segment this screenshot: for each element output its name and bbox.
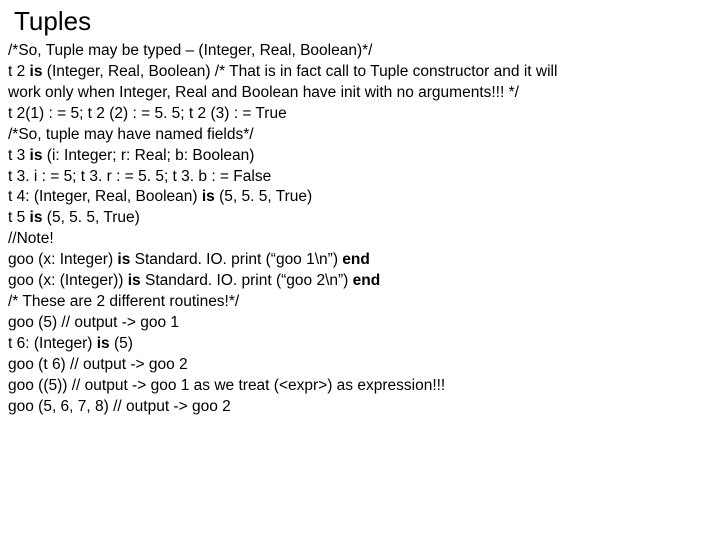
- code-line: t 6: (Integer) is (5): [8, 334, 712, 355]
- keyword: end: [353, 272, 381, 289]
- code-text: goo (x: (Integer)): [8, 272, 128, 289]
- code-line: t 3 is (i: Integer; r: Real; b: Boolean): [8, 146, 712, 167]
- code-text: (Integer, Real, Boolean) /* That is in f…: [42, 63, 557, 80]
- code-line: t 5 is (5, 5. 5, True): [8, 208, 712, 229]
- code-text: goo (5) // output -> goo 1: [8, 314, 179, 331]
- keyword: is: [128, 272, 141, 289]
- code-text: t 5: [8, 209, 30, 226]
- keyword: is: [97, 335, 110, 352]
- code-line: goo (x: Integer) is Standard. IO. print …: [8, 250, 712, 271]
- code-text: t 6: (Integer): [8, 335, 97, 352]
- keyword: end: [342, 251, 370, 268]
- code-text: Standard. IO. print (“goo 2\n”): [141, 272, 353, 289]
- code-line: t 2(1) : = 5; t 2 (2) : = 5. 5; t 2 (3) …: [8, 104, 712, 125]
- code-text: work only when Integer, Real and Boolean…: [8, 84, 519, 101]
- slide-title: Tuples: [14, 6, 712, 37]
- code-text: (5, 5. 5, True): [42, 209, 139, 226]
- code-text: /*So, Tuple may be typed – (Integer, Rea…: [8, 42, 372, 59]
- code-line: t 4: (Integer, Real, Boolean) is (5, 5. …: [8, 187, 712, 208]
- code-line: /* These are 2 different routines!*/: [8, 292, 712, 313]
- keyword: is: [30, 63, 43, 80]
- code-line: goo (t 6) // output -> goo 2: [8, 355, 712, 376]
- code-text: /* These are 2 different routines!*/: [8, 293, 239, 310]
- code-text: t 2(1) : = 5; t 2 (2) : = 5. 5; t 2 (3) …: [8, 105, 287, 122]
- code-line: /*So, Tuple may be typed – (Integer, Rea…: [8, 41, 712, 62]
- code-text: goo (x: Integer): [8, 251, 117, 268]
- code-text: goo ((5)) // output -> goo 1 as we treat…: [8, 377, 445, 394]
- code-line: work only when Integer, Real and Boolean…: [8, 83, 712, 104]
- code-text: //Note!: [8, 230, 54, 247]
- code-text: t 4: (Integer, Real, Boolean): [8, 188, 202, 205]
- code-line: goo (x: (Integer)) is Standard. IO. prin…: [8, 271, 712, 292]
- code-text: goo (5, 6, 7, 8) // output -> goo 2: [8, 398, 231, 415]
- slide-body: /*So, Tuple may be typed – (Integer, Rea…: [8, 41, 712, 418]
- code-line: /*So, tuple may have named fields*/: [8, 125, 712, 146]
- keyword: is: [30, 147, 43, 164]
- code-line: t 3. i : = 5; t 3. r : = 5. 5; t 3. b : …: [8, 167, 712, 188]
- keyword: is: [202, 188, 215, 205]
- code-line: //Note!: [8, 229, 712, 250]
- keyword: is: [30, 209, 43, 226]
- code-text: t 2: [8, 63, 30, 80]
- code-line: goo (5) // output -> goo 1: [8, 313, 712, 334]
- code-text: (5, 5. 5, True): [215, 188, 312, 205]
- code-line: goo (5, 6, 7, 8) // output -> goo 2: [8, 397, 712, 418]
- code-line: t 2 is (Integer, Real, Boolean) /* That …: [8, 62, 712, 83]
- code-line: goo ((5)) // output -> goo 1 as we treat…: [8, 376, 712, 397]
- code-text: /*So, tuple may have named fields*/: [8, 126, 254, 143]
- code-text: (5): [110, 335, 133, 352]
- code-text: goo (t 6) // output -> goo 2: [8, 356, 188, 373]
- code-text: t 3: [8, 147, 30, 164]
- code-text: (i: Integer; r: Real; b: Boolean): [42, 147, 254, 164]
- code-text: t 3. i : = 5; t 3. r : = 5. 5; t 3. b : …: [8, 168, 271, 185]
- keyword: is: [117, 251, 130, 268]
- code-text: Standard. IO. print (“goo 1\n”): [130, 251, 342, 268]
